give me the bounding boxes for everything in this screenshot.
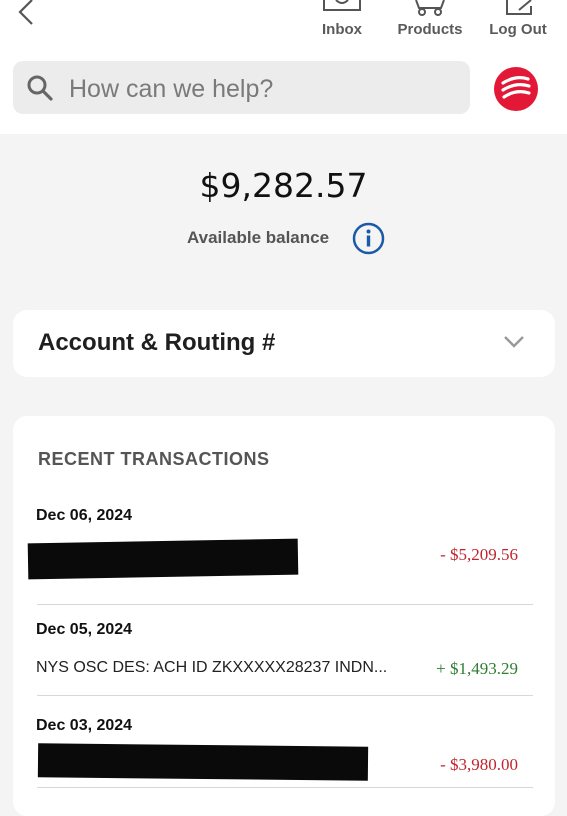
search-input[interactable]: [67, 71, 451, 107]
transaction-description: NYS OSC DES: ACH ID ZKXXXXX28237 INDN...: [36, 659, 388, 676]
search-icon: [27, 75, 53, 101]
inbox-label: Inbox: [322, 21, 362, 38]
redaction: [37, 743, 369, 781]
recent-transactions-header: RECENT TRANSACTIONS: [38, 449, 270, 469]
account-routing-title: Account & Routing #: [38, 329, 276, 356]
products-button[interactable]: Products: [392, 0, 468, 40]
recent-transactions-card: RECENT TRANSACTIONS Dec 06, 2024 - $5,20…: [13, 416, 555, 816]
bank-logo[interactable]: [493, 66, 539, 112]
chevron-down-icon[interactable]: [503, 335, 525, 349]
inbox-icon: [323, 0, 361, 11]
transaction-amount: + $1,493.29: [436, 659, 518, 678]
transaction-date: Dec 03, 2024: [36, 717, 133, 734]
balance-amount: $9,282.57: [199, 166, 368, 205]
search-bar[interactable]: [13, 61, 470, 114]
logout-button[interactable]: Log Out: [484, 0, 552, 40]
divider: [37, 695, 533, 696]
divider: [37, 604, 533, 605]
back-arrow-icon: [18, 0, 33, 25]
divider: [37, 787, 533, 788]
transaction-date: Dec 06, 2024: [36, 507, 133, 524]
logout-label: Log Out: [489, 21, 547, 38]
logout-icon: [506, 0, 532, 15]
balance-label: Available balance: [187, 228, 330, 247]
account-routing-card[interactable]: Account & Routing #: [13, 310, 555, 377]
cart-icon: [415, 0, 445, 16]
bank-logo-icon: [494, 67, 538, 111]
back-button[interactable]: [8, 0, 38, 30]
products-label: Products: [397, 21, 463, 38]
info-icon[interactable]: [352, 222, 385, 255]
transaction-amount: - $5,209.56: [440, 545, 518, 564]
redaction: [27, 538, 299, 580]
inbox-button[interactable]: Inbox: [316, 0, 368, 40]
transaction-amount: - $3,980.00: [440, 755, 518, 774]
top-bar: Inbox Products Log Out: [0, 0, 567, 134]
transaction-date: Dec 05, 2024: [36, 621, 133, 638]
